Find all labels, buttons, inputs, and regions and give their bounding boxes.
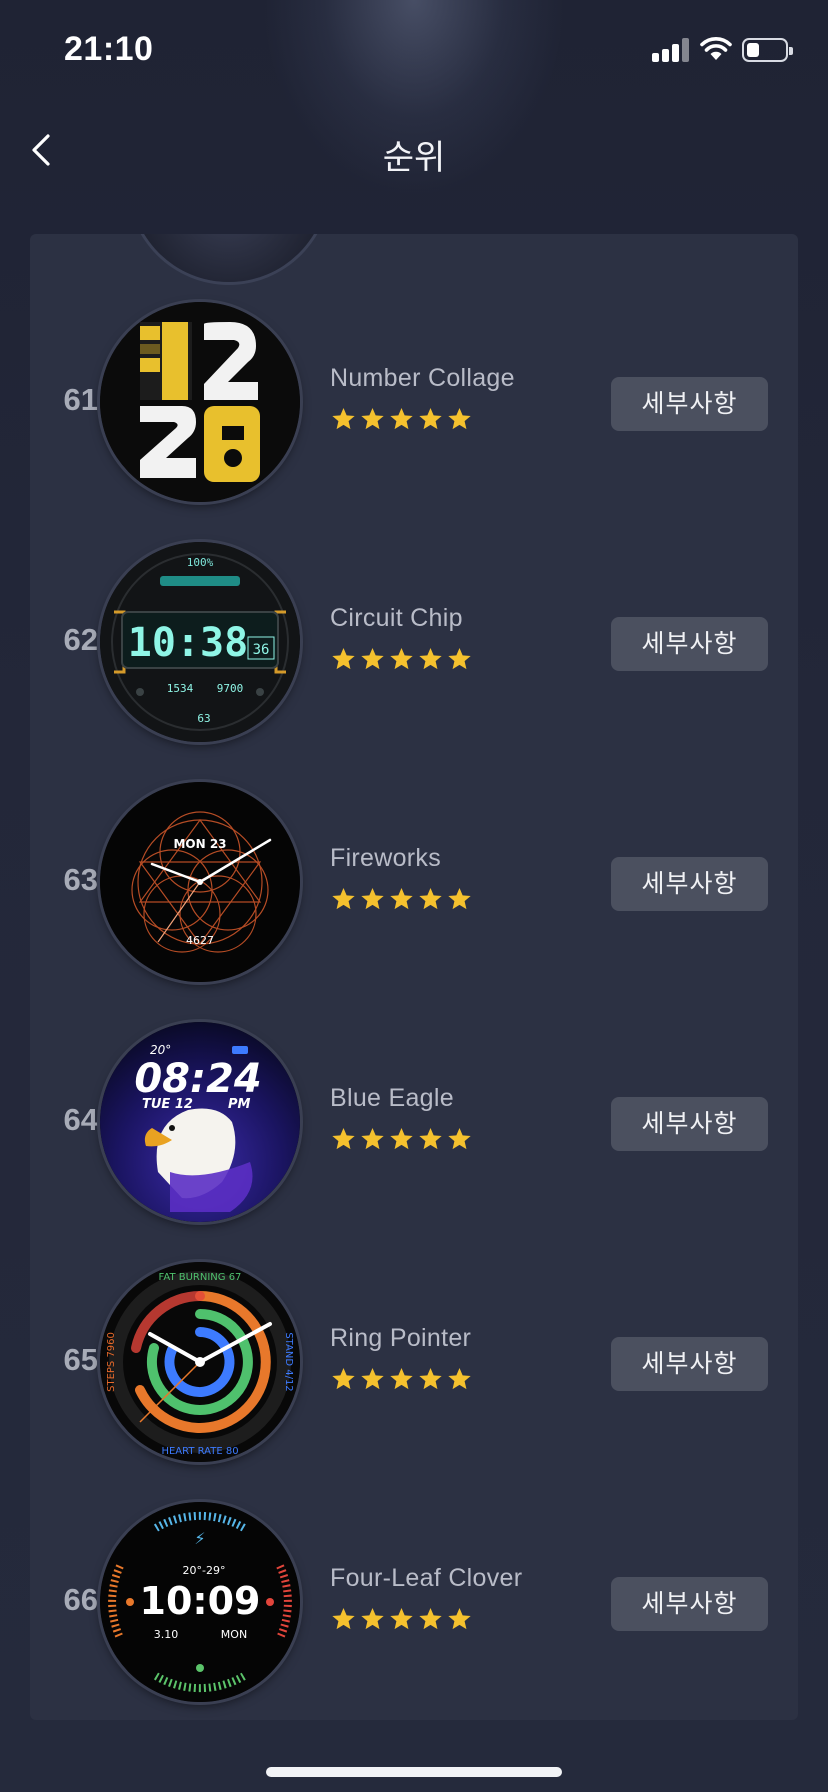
svg-text:MON: MON: [221, 1628, 247, 1641]
list-item[interactable]: 61 Number Collage 세부사항: [30, 302, 798, 502]
star-rating: [330, 646, 475, 674]
star-rating: [330, 886, 475, 914]
star-icon: [330, 646, 359, 673]
rank-number: 64: [63, 1102, 98, 1137]
rank-number: 65: [63, 1342, 98, 1377]
details-button[interactable]: 세부사항: [611, 1097, 768, 1151]
star-icon: [446, 886, 475, 913]
star-icon: [330, 886, 359, 913]
watch-face-name: Fireworks: [330, 844, 442, 872]
star-rating: [330, 1126, 475, 1154]
svg-text:STEPS 7960: STEPS 7960: [106, 1332, 117, 1392]
star-icon: [417, 1126, 446, 1153]
svg-text:MON 23: MON 23: [173, 837, 226, 851]
star-icon: [388, 1126, 417, 1153]
star-icon: [330, 1366, 359, 1393]
watch-face-name: Circuit Chip: [330, 604, 463, 632]
svg-text:TUE 12: TUE 12: [142, 1097, 193, 1112]
star-icon: [446, 646, 475, 673]
svg-text:9700: 9700: [217, 682, 244, 695]
rank-number: 62: [63, 622, 98, 657]
svg-text:3.10: 3.10: [154, 1628, 179, 1641]
star-icon: [359, 406, 388, 433]
rank-number: 63: [63, 862, 98, 897]
watch-face-name: Four-Leaf Clover: [330, 1564, 523, 1592]
watch-face-thumbnail[interactable]: ⚡ 20°-29° 10:09 3.10 MON: [100, 1502, 300, 1702]
svg-text:20°-29°: 20°-29°: [183, 1564, 226, 1577]
svg-text:10:38: 10:38: [128, 620, 248, 666]
battery-icon: [742, 38, 793, 62]
star-icon: [330, 406, 359, 433]
wifi-icon: [700, 36, 732, 67]
star-icon: [359, 886, 388, 913]
star-rating: [330, 406, 475, 434]
details-button[interactable]: 세부사항: [611, 1577, 768, 1631]
svg-text:1534: 1534: [167, 682, 194, 695]
star-icon: [388, 886, 417, 913]
status-bar: 21:10: [0, 0, 828, 100]
svg-text:36: 36: [253, 642, 270, 658]
watch-face-name: Ring Pointer: [330, 1324, 472, 1352]
star-icon: [388, 646, 417, 673]
watch-face-thumbnail[interactable]: 20° 08:24 TUE 12 PM: [100, 1022, 300, 1222]
watch-face-thumbnail[interactable]: MON 23 4627: [100, 782, 300, 982]
svg-text:HEART RATE 80: HEART RATE 80: [161, 1446, 238, 1457]
star-icon: [417, 406, 446, 433]
details-button[interactable]: 세부사항: [611, 857, 768, 911]
nav-bar: 순위: [0, 110, 828, 190]
star-icon: [388, 406, 417, 433]
watch-face-name: Blue Eagle: [330, 1084, 454, 1112]
page-title: 순위: [382, 139, 446, 177]
svg-text:63: 63: [197, 712, 210, 725]
star-icon: [417, 886, 446, 913]
star-icon: [417, 1366, 446, 1393]
rank-number: 66: [63, 1582, 98, 1617]
details-button[interactable]: 세부사항: [611, 617, 768, 671]
svg-text:10:09: 10:09: [140, 1579, 261, 1623]
list-item[interactable]: 62 100% 10:38 36 1534 9700 63 Circuit Ch…: [30, 542, 798, 742]
star-icon: [359, 646, 388, 673]
watch-face-thumbnail-partial: [130, 234, 328, 282]
star-icon: [388, 1366, 417, 1393]
star-rating: [330, 1606, 475, 1634]
details-button[interactable]: 세부사항: [611, 377, 768, 431]
star-icon: [388, 1606, 417, 1633]
svg-text:4627: 4627: [186, 934, 214, 947]
details-button[interactable]: 세부사항: [611, 1337, 768, 1391]
home-indicator[interactable]: [266, 1767, 562, 1777]
star-icon: [417, 1606, 446, 1633]
star-icon: [359, 1366, 388, 1393]
list-item[interactable]: 66 ⚡ 20°-29° 10:09 3.10 MON Four-Leaf Cl…: [30, 1502, 798, 1702]
star-icon: [446, 1126, 475, 1153]
watch-face-name: Number Collage: [330, 364, 515, 392]
svg-text:STAND 4/12: STAND 4/12: [283, 1332, 294, 1391]
svg-text:FAT BURNING 67: FAT BURNING 67: [159, 1272, 242, 1283]
star-icon: [330, 1126, 359, 1153]
cellular-signal-icon: [652, 38, 690, 62]
star-icon: [446, 406, 475, 433]
rank-number: 61: [63, 382, 98, 417]
star-rating: [330, 1366, 475, 1394]
svg-text:100%: 100%: [187, 556, 214, 569]
list-item[interactable]: 63 MON 23 4627 Fireworks 세부사항: [30, 782, 798, 982]
ranking-list-panel[interactable]: 61 Number Collage 세부사항 62 100% 10:38 36 …: [30, 234, 798, 1720]
star-icon: [446, 1366, 475, 1393]
svg-text:20°: 20°: [150, 1043, 171, 1057]
svg-text:08:24: 08:24: [134, 1056, 261, 1102]
list-item[interactable]: 65 FAT BURNING 67 HEART RATE 80 STAND 4/…: [30, 1262, 798, 1462]
svg-text:PM: PM: [228, 1097, 251, 1112]
star-icon: [446, 1606, 475, 1633]
svg-text:⚡: ⚡: [194, 1529, 205, 1548]
star-icon: [330, 1606, 359, 1633]
star-icon: [417, 646, 446, 673]
watch-face-thumbnail[interactable]: 100% 10:38 36 1534 9700 63: [100, 542, 300, 742]
watch-face-thumbnail[interactable]: [100, 302, 300, 502]
star-icon: [359, 1126, 388, 1153]
list-item[interactable]: 64 20° 08:24 TUE 12 PM Blue Eagle 세부사항: [30, 1022, 798, 1222]
watch-face-thumbnail[interactable]: FAT BURNING 67 HEART RATE 80 STAND 4/12 …: [100, 1262, 300, 1462]
status-time: 21:10: [64, 30, 154, 68]
star-icon: [359, 1606, 388, 1633]
ranking-screen: 21:10 순위 61 Number Collage 세부사항 62 100% …: [0, 0, 828, 1792]
